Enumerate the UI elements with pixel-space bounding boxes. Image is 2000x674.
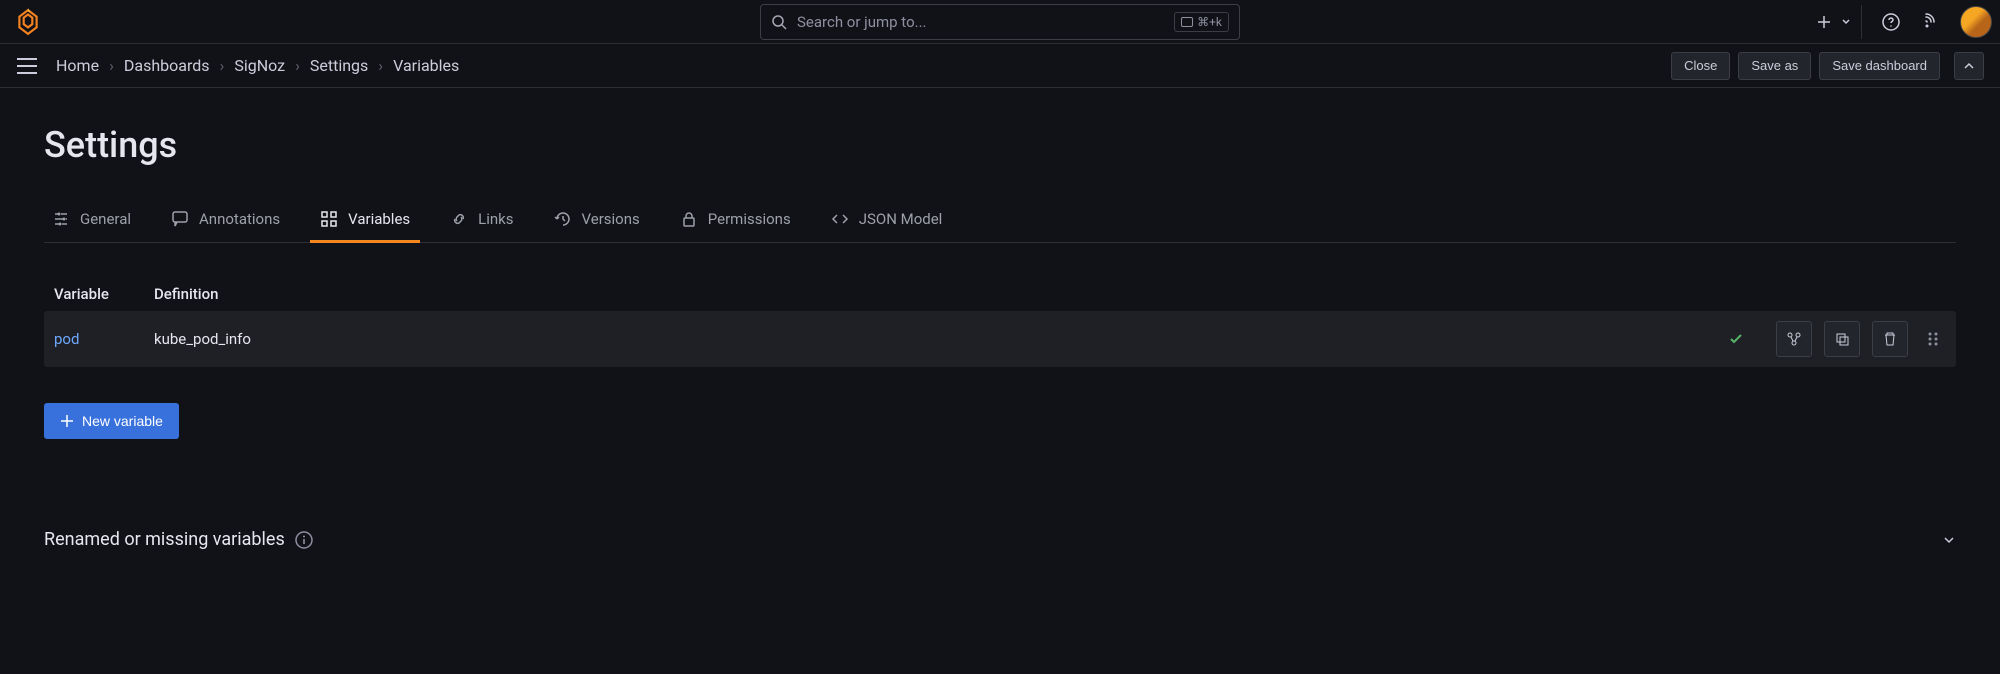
tab-label: Annotations [199,210,280,228]
tab-json-model[interactable]: JSON Model [831,210,943,242]
sliders-icon [52,210,70,228]
tab-label: Links [478,210,513,228]
menu-toggle[interactable] [16,57,38,75]
code-icon [831,210,849,228]
tab-versions[interactable]: Versions [554,210,640,242]
duplicate-button[interactable] [1824,321,1860,357]
dependencies-button[interactable] [1776,321,1812,357]
variable-name-link[interactable]: pod [54,330,154,348]
news-button[interactable] [1914,5,1948,39]
history-icon [554,210,572,228]
page-title: Settings [44,124,1956,166]
search-placeholder: Search or jump to... [797,13,1174,31]
chevron-right-icon: › [220,56,225,75]
table-row: pod kube_pod_info [44,311,1956,367]
breadcrumb-settings[interactable]: Settings [310,56,368,75]
tab-general[interactable]: General [52,210,131,242]
tab-label: Versions [582,210,640,228]
tab-label: Permissions [708,210,791,228]
new-variable-button[interactable]: New variable [44,403,179,439]
breadcrumb-variables[interactable]: Variables [393,56,459,75]
avatar[interactable] [1960,6,1992,38]
delete-button[interactable] [1872,321,1908,357]
plus-icon [60,414,74,428]
comment-icon [171,210,189,228]
close-button[interactable]: Close [1671,52,1730,80]
drag-handle-icon[interactable] [1920,331,1946,347]
collapse-button[interactable] [1954,52,1984,80]
search-shortcut: ⌘+k [1174,12,1229,32]
new-variable-label: New variable [82,413,163,429]
help-button[interactable] [1874,5,1908,39]
link-icon [450,210,468,228]
breadcrumb-signoz[interactable]: SigNoz [234,56,285,75]
chevron-right-icon: › [109,56,114,75]
tab-links[interactable]: Links [450,210,513,242]
variable-definition: kube_pod_info [154,330,1728,348]
search-input[interactable]: Search or jump to... ⌘+k [760,4,1240,40]
info-icon[interactable] [295,531,313,549]
grid-icon [320,210,338,228]
column-header-definition: Definition [154,285,1946,303]
breadcrumb-home[interactable]: Home [56,56,99,75]
chevron-right-icon: › [295,56,300,75]
column-header-variable: Variable [54,285,154,303]
expand-section-button[interactable] [1942,533,1956,547]
tab-label: Variables [348,210,410,228]
renamed-section-title: Renamed or missing variables [44,529,285,550]
chevron-right-icon: › [378,56,383,75]
save-as-button[interactable]: Save as [1738,52,1811,80]
lock-icon [680,210,698,228]
tab-variables[interactable]: Variables [320,210,410,242]
check-icon [1728,331,1744,347]
tab-permissions[interactable]: Permissions [680,210,791,242]
tab-label: JSON Model [859,210,943,228]
tab-label: General [80,210,131,228]
search-icon [771,14,787,30]
add-button[interactable] [1807,5,1841,39]
grafana-logo[interactable] [12,6,44,38]
breadcrumb-dashboards[interactable]: Dashboards [124,56,210,75]
chevron-down-icon[interactable] [1841,17,1851,27]
tab-annotations[interactable]: Annotations [171,210,280,242]
save-dashboard-button[interactable]: Save dashboard [1819,52,1940,80]
